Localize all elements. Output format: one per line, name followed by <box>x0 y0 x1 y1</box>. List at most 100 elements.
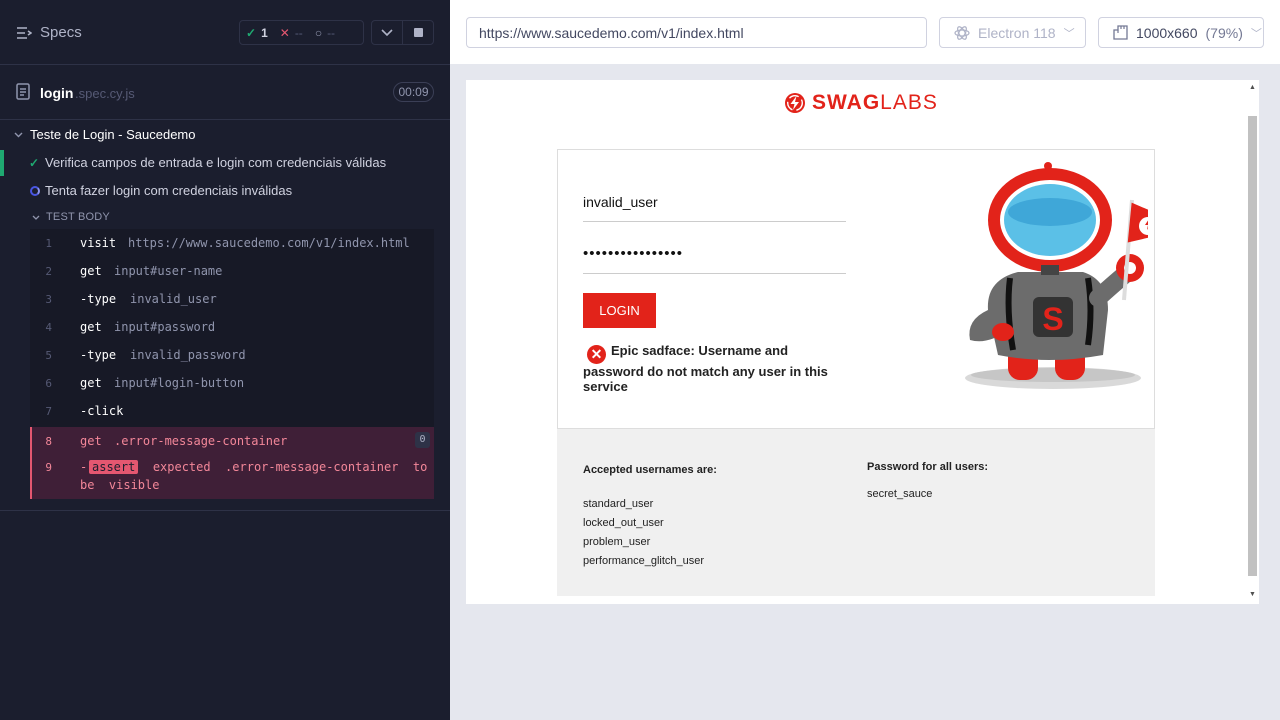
url-bar[interactable]: https://www.saucedemo.com/v1/index.html <box>466 17 927 48</box>
command-message: input#user-name <box>114 264 223 278</box>
runner-controls <box>371 20 434 45</box>
chevron-down-icon <box>32 215 40 220</box>
suite-title[interactable]: Teste de Login - Saucedemo <box>14 127 196 142</box>
spec-file-ext: .spec.cy.js <box>75 86 135 101</box>
scroll-down-arrow-icon[interactable]: ▼ <box>1249 591 1256 598</box>
command-row-failed[interactable]: 8 get .error-message-container 0 <box>30 427 434 453</box>
test-body-label: TEST BODY <box>46 211 110 223</box>
command-row-failed[interactable]: 9 - assert expected .error-message-conta… <box>30 453 434 499</box>
aut-header: https://www.saucedemo.com/v1/index.html … <box>450 0 1280 64</box>
spec-file-header: login .spec.cy.js 00:09 <box>0 65 450 120</box>
command-log: 1 visit https://www.saucedemo.com/v1/ind… <box>30 229 434 499</box>
username-item: locked_out_user <box>583 517 664 529</box>
username-item: performance_glitch_user <box>583 555 705 567</box>
credentials-panel: Accepted usernames are: standard_user lo… <box>557 429 1155 596</box>
failed-count: ✕ -- <box>279 25 303 40</box>
stop-icon <box>413 28 423 37</box>
command-number: 9 <box>45 461 52 474</box>
element-count-badge: 0 <box>415 432 430 448</box>
command-number: 6 <box>45 377 52 390</box>
login-box: LOGIN ✕Epic sadface: Username and passwo… <box>557 149 1155 429</box>
command-row[interactable]: 7 -click <box>30 397 434 425</box>
command-message-continued: be visible <box>80 478 160 492</box>
command-name: get <box>80 264 102 278</box>
command-number: 3 <box>45 293 52 306</box>
passed-count: ✓ 1 <box>246 25 268 40</box>
pending-count: ○ -- <box>314 25 336 40</box>
running-spinner-icon <box>30 186 40 196</box>
swag-labs-logo-icon <box>785 93 805 113</box>
username-input[interactable] <box>583 182 846 222</box>
chevron-down-icon <box>381 28 393 36</box>
assert-message: expected .error-message-container to <box>152 460 428 474</box>
scroll-up-arrow-icon[interactable]: ▲ <box>1249 84 1256 91</box>
password-value: secret_sauce <box>867 488 933 500</box>
command-name: get <box>80 320 102 334</box>
command-name: - <box>80 460 88 474</box>
command-number: 2 <box>45 265 52 278</box>
username-item: standard_user <box>583 498 654 510</box>
command-message: assert expected .error-message-container… <box>89 460 427 474</box>
svg-text:S: S <box>1042 301 1063 337</box>
command-message: https://www.saucedemo.com/v1/index.html <box>128 236 410 250</box>
robot-mascot-illustration: S <box>965 162 1148 389</box>
command-number: 7 <box>45 405 52 418</box>
command-row[interactable]: 1 visit https://www.saucedemo.com/v1/ind… <box>30 229 434 257</box>
viewport-selector[interactable]: 1000x660 (79%) ﹀ <box>1098 17 1264 48</box>
password-input[interactable] <box>583 234 846 274</box>
specs-label: Specs <box>40 24 82 41</box>
username-item: problem_user <box>583 536 651 548</box>
command-row[interactable]: 6 get input#login-button <box>30 369 434 397</box>
chevron-down-icon <box>14 132 23 137</box>
command-message: invalid_user <box>130 292 217 306</box>
divider <box>0 510 450 511</box>
error-message-container: ✕ Epic sadface: Username and password do … <box>583 343 838 394</box>
command-message: invalid_password <box>130 348 246 362</box>
command-name: get <box>80 434 102 448</box>
test-body-toggle[interactable]: TEST BODY <box>32 211 110 223</box>
electron-icon <box>954 25 970 40</box>
app-under-test-frame: SWAGLABS LOGIN ✕Epic sadface: Username a… <box>466 80 1259 604</box>
logo-text-light: LABS <box>880 91 938 114</box>
browser-selector[interactable]: Electron 118 ﹀ <box>939 17 1086 48</box>
command-row[interactable]: 2 get input#user-name <box>30 257 434 285</box>
spec-duration: 00:09 <box>393 82 434 102</box>
command-row[interactable]: 4 get input#password <box>30 313 434 341</box>
command-row[interactable]: 5 -type invalid_password <box>30 341 434 369</box>
command-name: get <box>80 376 102 390</box>
test-item-passed[interactable]: ✓ Verifica campos de entrada e login com… <box>0 150 450 176</box>
aut-panel: https://www.saucedemo.com/v1/index.html … <box>450 0 1280 720</box>
assert-badge: assert <box>89 460 139 474</box>
test-title: Tenta fazer login com credenciais inváli… <box>45 183 293 198</box>
collapse-button[interactable] <box>372 21 402 44</box>
aut-scrollbar[interactable]: ▲ ▼ <box>1246 80 1259 604</box>
viewport-size: 1000x660 <box>1136 24 1198 41</box>
runner-header: Specs ✓ 1 ✕ -- ○ -- <box>0 0 450 65</box>
specs-list-icon <box>17 26 32 39</box>
specs-menu-button[interactable]: Specs <box>16 24 82 41</box>
login-button[interactable]: LOGIN <box>583 293 656 328</box>
command-row[interactable]: 3 -type invalid_user <box>30 285 434 313</box>
suite-label: Teste de Login - Saucedemo <box>30 127 196 142</box>
command-name: -click <box>80 404 124 418</box>
scrollbar-thumb[interactable] <box>1248 116 1257 576</box>
command-message: input#login-button <box>114 376 245 390</box>
browser-name: Electron 118 <box>978 24 1056 41</box>
cypress-runner-panel: Specs ✓ 1 ✕ -- ○ -- login .spec.cy.js 00… <box>0 0 450 720</box>
stop-button[interactable] <box>402 21 433 44</box>
logo-text-bold: SWAG <box>812 91 881 114</box>
password-heading: Password for all users: <box>867 461 989 473</box>
accepted-usernames-heading: Accepted usernames are: <box>583 464 717 476</box>
command-number: 8 <box>45 435 52 448</box>
test-stats: ✓ 1 ✕ -- ○ -- <box>239 20 364 45</box>
test-item-running[interactable]: Tenta fazer login com credenciais inváli… <box>0 178 450 204</box>
command-name: -type <box>80 292 117 306</box>
error-message: Epic sadface: Username and password do n… <box>583 343 828 394</box>
error-x-icon[interactable]: ✕ <box>587 345 606 364</box>
spec-file-name: login <box>40 85 74 101</box>
viewport-scale: (79%) <box>1205 24 1243 41</box>
pass-indicator-bar <box>0 150 4 176</box>
command-number: 5 <box>45 349 52 362</box>
test-title: Verifica campos de entrada e login com c… <box>45 155 387 170</box>
chevron-down-icon: ﹀ <box>1063 27 1075 40</box>
